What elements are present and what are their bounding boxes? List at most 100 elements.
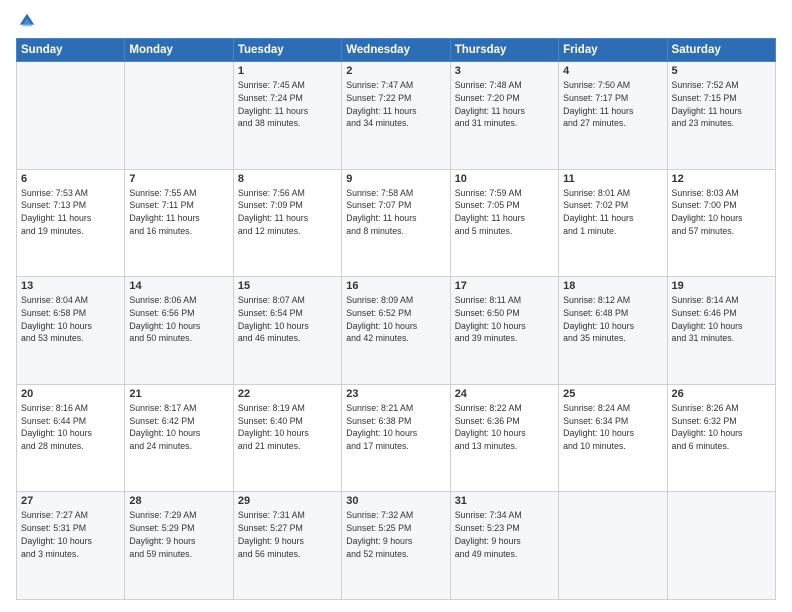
calendar-cell xyxy=(667,492,775,600)
weekday-header-thursday: Thursday xyxy=(450,39,558,62)
calendar-cell: 16 Sunrise: 8:09 AM Sunset: 6:52 PM Dayli… xyxy=(342,277,450,385)
calendar-cell: 3 Sunrise: 7:48 AM Sunset: 7:20 PM Daylig… xyxy=(450,62,558,170)
day-number: 6 xyxy=(21,173,120,185)
day-info: Sunrise: 8:21 AM Sunset: 6:38 PM Dayligh… xyxy=(346,402,445,453)
day-info: Sunrise: 7:52 AM Sunset: 7:15 PM Dayligh… xyxy=(672,79,771,130)
day-number: 2 xyxy=(346,65,445,77)
weekday-header-friday: Friday xyxy=(559,39,667,62)
calendar-cell: 21Sunrise: 8:17 AM Sunset: 6:42 PM Dayli… xyxy=(125,384,233,492)
calendar-cell: 19 Sunrise: 8:14 AM Sunset: 6:46 PM Dayli… xyxy=(667,277,775,385)
day-info: Sunrise: 7:59 AM Sunset: 7:05 PM Dayligh… xyxy=(455,187,554,238)
day-info: Sunrise: 7:31 AM Sunset: 5:27 PM Dayligh… xyxy=(238,509,337,560)
calendar: SundayMondayTuesdayWednesdayThursdayFrid… xyxy=(16,38,776,600)
calendar-cell: 25 Sunrise: 8:24 AM Sunset: 6:34 PM Dayli… xyxy=(559,384,667,492)
weekday-header-wednesday: Wednesday xyxy=(342,39,450,62)
day-number: 12 xyxy=(672,173,771,185)
weekday-header-row: SundayMondayTuesdayWednesdayThursdayFrid… xyxy=(17,39,776,62)
header xyxy=(16,12,776,30)
day-info: Sunrise: 7:47 AM Sunset: 7:22 PM Dayligh… xyxy=(346,79,445,130)
day-number: 24 xyxy=(455,388,554,400)
day-info: Sunrise: 7:48 AM Sunset: 7:20 PM Dayligh… xyxy=(455,79,554,130)
day-info: Sunrise: 7:34 AM Sunset: 5:23 PM Dayligh… xyxy=(455,509,554,560)
day-number: 14 xyxy=(129,280,228,292)
logo xyxy=(16,12,36,30)
calendar-cell: 20 Sunrise: 8:16 AM Sunset: 6:44 PM Dayli… xyxy=(17,384,125,492)
day-number: 23 xyxy=(346,388,445,400)
day-info: Sunrise: 8:26 AM Sunset: 6:32 PM Dayligh… xyxy=(672,402,771,453)
day-number: 30 xyxy=(346,495,445,507)
week-row-1: 1Sunrise: 7:45 AM Sunset: 7:24 PM Daylig… xyxy=(17,62,776,170)
day-info: Sunrise: 8:14 AM Sunset: 6:46 PM Dayligh… xyxy=(672,294,771,345)
calendar-cell: 15Sunrise: 8:07 AM Sunset: 6:54 PM Dayli… xyxy=(233,277,341,385)
day-info: Sunrise: 8:12 AM Sunset: 6:48 PM Dayligh… xyxy=(563,294,662,345)
day-info: Sunrise: 8:11 AM Sunset: 6:50 PM Dayligh… xyxy=(455,294,554,345)
day-number: 31 xyxy=(455,495,554,507)
calendar-cell: 9 Sunrise: 7:58 AM Sunset: 7:07 PM Daylig… xyxy=(342,169,450,277)
day-info: Sunrise: 8:01 AM Sunset: 7:02 PM Dayligh… xyxy=(563,187,662,238)
day-number: 17 xyxy=(455,280,554,292)
day-info: Sunrise: 7:56 AM Sunset: 7:09 PM Dayligh… xyxy=(238,187,337,238)
logo-icon xyxy=(18,12,36,30)
calendar-cell: 11Sunrise: 8:01 AM Sunset: 7:02 PM Dayli… xyxy=(559,169,667,277)
day-info: Sunrise: 8:03 AM Sunset: 7:00 PM Dayligh… xyxy=(672,187,771,238)
calendar-cell: 5 Sunrise: 7:52 AM Sunset: 7:15 PM Daylig… xyxy=(667,62,775,170)
calendar-cell: 29Sunrise: 7:31 AM Sunset: 5:27 PM Dayli… xyxy=(233,492,341,600)
weekday-header-saturday: Saturday xyxy=(667,39,775,62)
calendar-cell: 10 Sunrise: 7:59 AM Sunset: 7:05 PM Dayli… xyxy=(450,169,558,277)
day-info: Sunrise: 8:09 AM Sunset: 6:52 PM Dayligh… xyxy=(346,294,445,345)
day-number: 26 xyxy=(672,388,771,400)
day-number: 16 xyxy=(346,280,445,292)
day-number: 20 xyxy=(21,388,120,400)
calendar-cell: 8 Sunrise: 7:56 AM Sunset: 7:09 PM Daylig… xyxy=(233,169,341,277)
day-number: 27 xyxy=(21,495,120,507)
week-row-2: 6 Sunrise: 7:53 AM Sunset: 7:13 PM Daylig… xyxy=(17,169,776,277)
calendar-cell: 6 Sunrise: 7:53 AM Sunset: 7:13 PM Daylig… xyxy=(17,169,125,277)
day-number: 25 xyxy=(563,388,662,400)
calendar-cell: 26 Sunrise: 8:26 AM Sunset: 6:32 PM Dayli… xyxy=(667,384,775,492)
day-number: 19 xyxy=(672,280,771,292)
week-row-3: 13 Sunrise: 8:04 AM Sunset: 6:58 PM Dayli… xyxy=(17,277,776,385)
calendar-cell xyxy=(125,62,233,170)
day-number: 8 xyxy=(238,173,337,185)
day-number: 9 xyxy=(346,173,445,185)
day-number: 3 xyxy=(455,65,554,77)
day-number: 13 xyxy=(21,280,120,292)
calendar-cell: 7Sunrise: 7:55 AM Sunset: 7:11 PM Daylig… xyxy=(125,169,233,277)
day-info: Sunrise: 7:55 AM Sunset: 7:11 PM Dayligh… xyxy=(129,187,228,238)
calendar-cell xyxy=(17,62,125,170)
day-number: 4 xyxy=(563,65,662,77)
calendar-cell xyxy=(559,492,667,600)
week-row-5: 27Sunrise: 7:27 AM Sunset: 5:31 PM Dayli… xyxy=(17,492,776,600)
calendar-cell: 30Sunrise: 7:32 AM Sunset: 5:25 PM Dayli… xyxy=(342,492,450,600)
calendar-cell: 28 Sunrise: 7:29 AM Sunset: 5:29 PM Dayli… xyxy=(125,492,233,600)
day-info: Sunrise: 8:22 AM Sunset: 6:36 PM Dayligh… xyxy=(455,402,554,453)
calendar-cell: 14Sunrise: 8:06 AM Sunset: 6:56 PM Dayli… xyxy=(125,277,233,385)
day-number: 18 xyxy=(563,280,662,292)
day-info: Sunrise: 8:24 AM Sunset: 6:34 PM Dayligh… xyxy=(563,402,662,453)
day-number: 5 xyxy=(672,65,771,77)
calendar-cell: 12 Sunrise: 8:03 AM Sunset: 7:00 PM Dayli… xyxy=(667,169,775,277)
calendar-cell: 2 Sunrise: 7:47 AM Sunset: 7:22 PM Daylig… xyxy=(342,62,450,170)
calendar-cell: 13 Sunrise: 8:04 AM Sunset: 6:58 PM Dayli… xyxy=(17,277,125,385)
day-info: Sunrise: 8:19 AM Sunset: 6:40 PM Dayligh… xyxy=(238,402,337,453)
day-info: Sunrise: 8:16 AM Sunset: 6:44 PM Dayligh… xyxy=(21,402,120,453)
day-info: Sunrise: 7:53 AM Sunset: 7:13 PM Dayligh… xyxy=(21,187,120,238)
calendar-cell: 31 Sunrise: 7:34 AM Sunset: 5:23 PM Dayli… xyxy=(450,492,558,600)
day-info: Sunrise: 7:58 AM Sunset: 7:07 PM Dayligh… xyxy=(346,187,445,238)
day-number: 28 xyxy=(129,495,228,507)
calendar-cell: 23 Sunrise: 8:21 AM Sunset: 6:38 PM Dayli… xyxy=(342,384,450,492)
calendar-cell: 17 Sunrise: 8:11 AM Sunset: 6:50 PM Dayli… xyxy=(450,277,558,385)
day-info: Sunrise: 7:29 AM Sunset: 5:29 PM Dayligh… xyxy=(129,509,228,560)
calendar-cell: 1Sunrise: 7:45 AM Sunset: 7:24 PM Daylig… xyxy=(233,62,341,170)
week-row-4: 20 Sunrise: 8:16 AM Sunset: 6:44 PM Dayli… xyxy=(17,384,776,492)
calendar-cell: 22 Sunrise: 8:19 AM Sunset: 6:40 PM Dayli… xyxy=(233,384,341,492)
calendar-cell: 4Sunrise: 7:50 AM Sunset: 7:17 PM Daylig… xyxy=(559,62,667,170)
day-number: 1 xyxy=(238,65,337,77)
weekday-header-sunday: Sunday xyxy=(17,39,125,62)
page: SundayMondayTuesdayWednesdayThursdayFrid… xyxy=(0,0,792,612)
day-number: 10 xyxy=(455,173,554,185)
weekday-header-tuesday: Tuesday xyxy=(233,39,341,62)
day-info: Sunrise: 8:04 AM Sunset: 6:58 PM Dayligh… xyxy=(21,294,120,345)
calendar-cell: 18 Sunrise: 8:12 AM Sunset: 6:48 PM Dayli… xyxy=(559,277,667,385)
day-number: 22 xyxy=(238,388,337,400)
